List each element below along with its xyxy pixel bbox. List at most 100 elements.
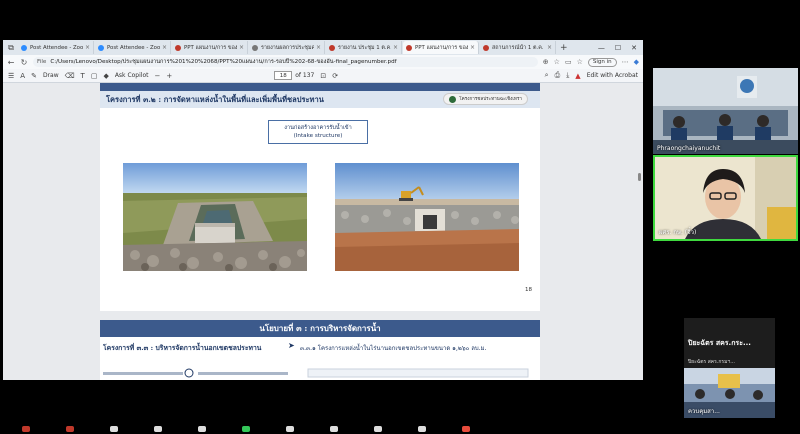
zoom-out-icon[interactable]: − xyxy=(154,72,160,80)
more-icon[interactable]: ⋯ xyxy=(622,58,629,66)
fit-page-icon[interactable]: ⊡ xyxy=(320,72,326,80)
screen: ⧉ Post Attendee - Zoom × Post Attendee - Z… xyxy=(0,0,800,434)
zoom-in-icon[interactable]: + xyxy=(166,72,172,80)
acrobat-icon[interactable]: ▲ xyxy=(575,72,580,80)
pdf-viewer: โครงการที่ ๓.๒ : การจัดหาแหล่งน้ำในพื้นท… xyxy=(3,83,643,380)
read-aloud-icon[interactable]: A xyxy=(20,72,25,80)
comment-icon[interactable]: ▢ xyxy=(91,72,98,80)
text-icon[interactable]: T xyxy=(81,72,85,80)
tab-favicon-icon xyxy=(98,44,104,51)
project-3-3-1-title: ๓.๓.๑ โครงการแหล่งน้ำในไร่นานอกเขตชลประท… xyxy=(300,345,487,352)
tab-close-icon[interactable]: × xyxy=(162,44,167,51)
browser-tab-5[interactable]: รายงาน ประชุม 1 ต.ค. 68_แผนการ...× xyxy=(326,41,402,54)
pdf-toolbar-right: ⌕ ⎙ ⤓ ▲ Edit with Acrobat xyxy=(545,71,638,80)
back-icon[interactable]: ← xyxy=(7,58,15,67)
participant-3-name: ปิยะฉัตร สคร.กระ... xyxy=(688,339,751,347)
tab-actions-icon[interactable]: ⧉ xyxy=(5,42,17,53)
agency-badge: โครงการชลประทานฉะเชิงเทรา xyxy=(443,93,528,105)
policy-title-bar: นโยบายที่ ๓ : การบริหารจัดการน้ำ xyxy=(100,320,540,337)
partial-row-shapes xyxy=(103,368,529,378)
tab-close-icon[interactable]: × xyxy=(316,44,321,51)
more-options-icon[interactable] xyxy=(374,426,382,432)
edit-with-acrobat-button[interactable]: Edit with Acrobat xyxy=(587,72,638,79)
tab-close-icon[interactable]: × xyxy=(393,44,398,51)
refresh-icon[interactable]: ↻ xyxy=(20,58,28,67)
url-field[interactable]: File C:/Users/Lenovo/Desktop/ประชุมแผนงา… xyxy=(33,57,538,67)
participant-video-3[interactable]: ปิยะฉัตร สคร.กระ... ปิยะฉัตร สคร.กรมฯ...… xyxy=(684,318,775,418)
browser-tab-2[interactable]: Post Attendee - Zoom × xyxy=(95,41,171,54)
browser-tab-7[interactable]: สถานการณ์น้ำ 1 ต.ค. 68× xyxy=(480,41,556,54)
agency-logo-icon xyxy=(449,95,457,103)
project-3-3-title: โครงการที่ ๓.๓ : บริหารจัดการน้ำนอกเขตชล… xyxy=(103,344,262,352)
new-tab-button[interactable]: + xyxy=(560,43,568,53)
pdf-page: โครงการที่ ๓.๒ : การจัดหาแหล่งน้ำในพื้นท… xyxy=(100,83,540,380)
draw-button[interactable]: Draw xyxy=(43,72,59,79)
ask-copilot-button[interactable]: Ask Copilot xyxy=(115,72,149,79)
arrow-right-icon: ➤ xyxy=(288,341,295,350)
page-total: of 137 xyxy=(295,72,315,79)
tab-label: รายงาน ประชุม 1 ต.ค. 68_แผนการ... xyxy=(338,44,391,51)
chat-icon[interactable] xyxy=(154,426,162,432)
page-gap xyxy=(100,311,540,320)
favorites-icon[interactable]: ☆ xyxy=(577,58,583,66)
tab-list: Post Attendee - Zoom × Post Attendee - Zoo… xyxy=(17,41,556,54)
policy-title: นโยบายที่ ๓ : การบริหารจัดการน้ำ xyxy=(259,323,381,333)
save-icon[interactable]: ⤓ xyxy=(566,71,569,80)
participant-3-subtitle: ปิยะฉัตร สคร.กรมฯ... xyxy=(688,359,735,365)
leave-icon[interactable] xyxy=(462,426,470,432)
maximize-icon[interactable]: ☐ xyxy=(615,44,621,52)
window-controls: — ☐ ✕ xyxy=(598,44,643,52)
browser-tab-1[interactable]: Post Attendee - Zoom × xyxy=(18,41,94,54)
copilot-small-icon[interactable]: ◆ xyxy=(103,72,108,80)
record-icon[interactable] xyxy=(330,426,338,432)
tab-label: Post Attendee - Zoom xyxy=(107,44,160,51)
intake-photo-right xyxy=(335,163,519,271)
tab-bar: ⧉ Post Attendee - Zoom × Post Attendee - Z… xyxy=(3,40,643,55)
copilot-icon[interactable]: ◆ xyxy=(634,58,639,66)
browser-tab-6[interactable]: PPT แผนงาน/การ ของอ...× xyxy=(403,41,479,54)
agency-badge-label: โครงการชลประทานฉะเชิงเทรา xyxy=(459,96,522,102)
participant-3-caption: ควบคุมสา... xyxy=(688,408,720,415)
page-number-input[interactable]: 18 xyxy=(274,71,293,80)
url-text: C:/Users/Lenovo/Desktop/ประชุมแผนงานการ%… xyxy=(50,59,397,65)
print-icon[interactable]: ⎙ xyxy=(555,71,561,80)
captions-icon[interactable] xyxy=(418,426,426,432)
video-icon[interactable] xyxy=(66,426,74,432)
eraser-icon[interactable]: ⌫ xyxy=(65,72,75,80)
contents-icon[interactable]: ☰ xyxy=(8,72,14,80)
tab-label: PPT แผนงาน/การ ของอ... xyxy=(184,44,237,51)
search-icon[interactable]: ⌕ xyxy=(545,71,549,80)
intake-caption-english: (Intake structure) xyxy=(293,133,343,139)
partial-next-row xyxy=(103,363,533,378)
tab-favicon-icon xyxy=(21,44,27,51)
split-screen-icon[interactable]: ▭ xyxy=(565,58,572,66)
rotate-icon[interactable]: ⟳ xyxy=(332,72,338,80)
reactions-icon[interactable] xyxy=(198,426,206,432)
intake-photo-left xyxy=(123,163,307,271)
draw-icon[interactable]: ✎ xyxy=(31,72,37,80)
tab-favicon-icon xyxy=(329,44,335,51)
tab-close-icon[interactable]: × xyxy=(470,44,475,51)
tab-close-icon[interactable]: × xyxy=(239,44,244,51)
tab-favicon-icon xyxy=(252,44,258,51)
browser-tab-3[interactable]: PPT แผนงาน/การ ของอ...× xyxy=(172,41,248,54)
tab-close-icon[interactable]: × xyxy=(85,44,90,51)
close-window-icon[interactable]: ✕ xyxy=(631,44,637,52)
project-title: โครงการที่ ๓.๒ : การจัดหาแหล่งน้ำในพื้นท… xyxy=(106,94,324,104)
sign-in-button[interactable]: Sign in xyxy=(587,57,617,67)
mic-icon[interactable] xyxy=(22,426,30,432)
tab-close-icon[interactable]: × xyxy=(547,44,552,51)
pdf-scrollbar[interactable] xyxy=(638,173,641,181)
participants-icon[interactable] xyxy=(110,426,118,432)
favorite-star-icon[interactable]: ☆ xyxy=(554,58,560,66)
address-bar: ← ↻ File C:/Users/Lenovo/Desktop/ประชุมแ… xyxy=(3,55,643,69)
apps-icon[interactable] xyxy=(286,426,294,432)
participant-video-2[interactable]: ผศร. กษ. (จิ๋ว) xyxy=(653,155,798,241)
participant-video-1[interactable]: Phraongchaiyanuchit xyxy=(653,68,798,154)
zoom-toolbar xyxy=(0,426,800,434)
browser-tab-4[interactable]: รายงานผลการประชุมคณ...× xyxy=(249,41,325,54)
tab-favicon-icon xyxy=(175,44,181,51)
share-screen-icon[interactable] xyxy=(242,426,250,432)
zoom-icon[interactable]: ⊕ xyxy=(543,58,549,66)
minimize-icon[interactable]: — xyxy=(598,44,605,52)
